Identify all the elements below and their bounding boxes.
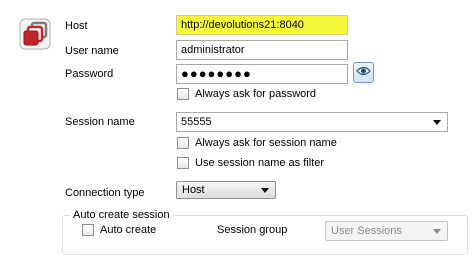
always-ask-session-name-checkbox[interactable] xyxy=(177,137,189,149)
always-ask-password-label: Always ask for password xyxy=(195,88,317,100)
chevron-down-icon[interactable] xyxy=(261,188,269,193)
chevron-down-icon[interactable] xyxy=(433,120,441,125)
auto-create-label: Auto create xyxy=(100,224,157,236)
session-group-label: Session group xyxy=(217,224,288,236)
password-input[interactable]: ●●●●●●●● xyxy=(176,64,348,84)
host-input[interactable]: http://devolutions21:8040 xyxy=(176,15,348,35)
always-ask-session-name-label: Always ask for session name xyxy=(195,137,337,149)
session-group-dropdown[interactable]: User Sessions xyxy=(325,221,448,241)
host-label: Host xyxy=(65,20,88,32)
session-name-label: Session name xyxy=(65,116,135,128)
username-input[interactable]: administrator xyxy=(176,40,348,60)
connection-type-value: Host xyxy=(182,184,205,196)
auto-create-checkbox[interactable] xyxy=(82,224,94,236)
session-name-combobox[interactable]: 55555 xyxy=(176,112,448,132)
session-name-value: 55555 xyxy=(181,116,212,128)
password-label: Password xyxy=(65,68,114,80)
use-session-name-filter-checkbox[interactable] xyxy=(177,157,189,169)
session-group-value: User Sessions xyxy=(331,225,402,237)
auto-create-session-group-title: Auto create session xyxy=(70,208,173,222)
use-session-name-filter-label: Use session name as filter xyxy=(195,157,324,169)
show-password-button[interactable] xyxy=(353,62,374,83)
chevron-down-icon[interactable] xyxy=(433,229,441,234)
username-label: User name xyxy=(65,45,119,57)
connection-type-label: Connection type xyxy=(65,187,145,199)
devolutions-logo-icon xyxy=(18,17,52,51)
eye-icon xyxy=(356,66,371,79)
connection-type-dropdown[interactable]: Host xyxy=(176,181,276,199)
always-ask-password-checkbox[interactable] xyxy=(177,88,189,100)
